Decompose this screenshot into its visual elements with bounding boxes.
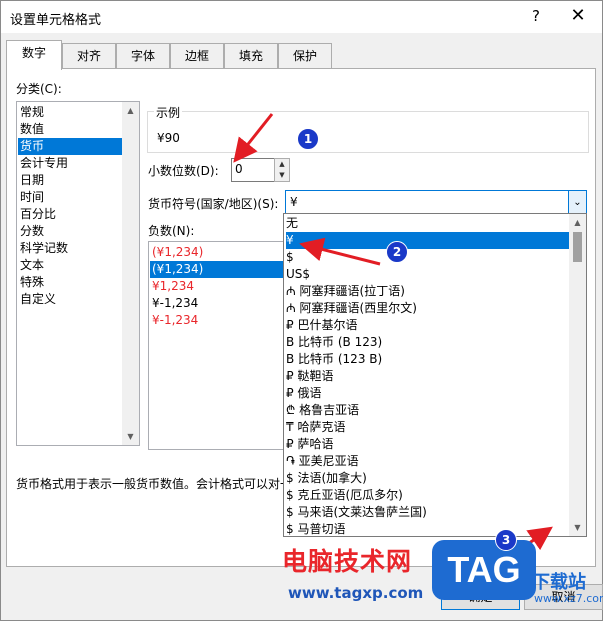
watermark-url: www.tagxp.com — [288, 584, 424, 602]
tag-logo: TAG — [432, 540, 536, 600]
arrow-to-decimal-places — [233, 113, 274, 163]
annotation-arrows — [233, 113, 553, 555]
step-marker-1: 1 — [297, 128, 319, 150]
watermark-site: 下载站 — [532, 572, 586, 593]
watermark-site-url: www.xz7.com — [534, 592, 603, 605]
step-marker-3: 3 — [495, 529, 517, 551]
step-marker-2: 2 — [386, 241, 408, 263]
arrow-to-yen-option — [299, 237, 381, 266]
watermark-text: 电脑技术网 — [282, 547, 413, 576]
